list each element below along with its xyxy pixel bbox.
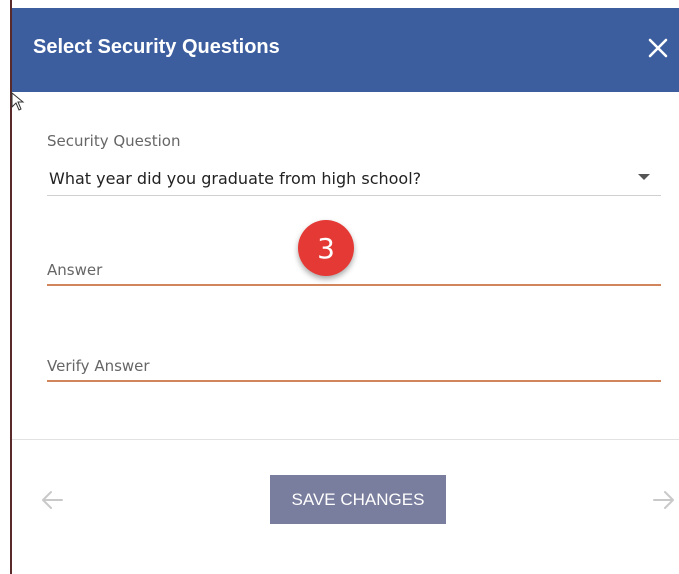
security-question-label: Security Question (47, 132, 181, 150)
save-changes-button[interactable]: SAVE CHANGES (270, 475, 446, 524)
arrow-right-icon[interactable] (652, 490, 676, 510)
footer-divider (12, 439, 679, 440)
arrow-left-icon[interactable] (40, 490, 64, 510)
dropdown-arrow-icon (638, 174, 650, 180)
verify-answer-input[interactable] (47, 348, 661, 382)
answer-input[interactable] (47, 252, 661, 286)
close-icon[interactable] (646, 36, 670, 60)
security-questions-dialog: Select Security Questions Security Quest… (12, 8, 679, 574)
security-question-value: What year did you graduate from high sch… (49, 169, 422, 188)
window-left-edge (0, 0, 12, 574)
dialog-header: Select Security Questions (12, 8, 679, 92)
mouse-cursor-icon (11, 91, 25, 112)
dialog-title: Select Security Questions (33, 36, 280, 58)
